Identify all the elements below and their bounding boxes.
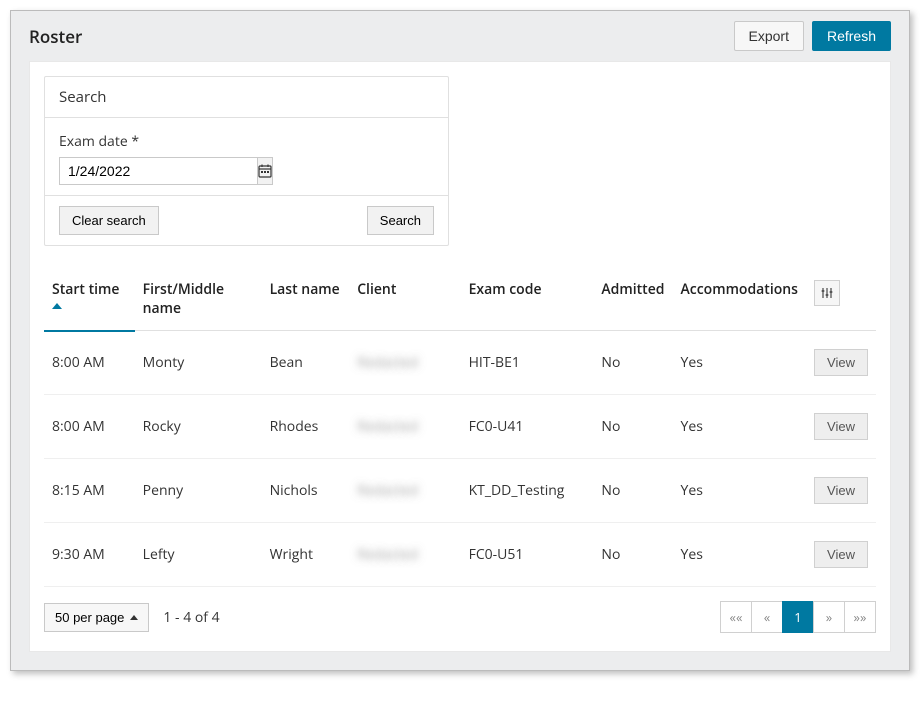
search-panel-body: Exam date * — [45, 118, 448, 196]
view-button[interactable]: View — [814, 413, 868, 440]
sort-asc-icon — [52, 303, 62, 309]
col-actions — [806, 270, 876, 331]
cell-actions: View — [806, 523, 876, 587]
cell-start-time: 9:30 AM — [44, 523, 135, 587]
header-actions: Export Refresh — [734, 21, 892, 51]
exam-date-label: Exam date * — [59, 132, 434, 151]
clear-search-button[interactable]: Clear search — [59, 206, 159, 235]
search-button[interactable]: Search — [367, 206, 434, 235]
cell-accommodations: Yes — [673, 523, 807, 587]
cell-exam-code: HIT-BE1 — [461, 331, 594, 395]
table-header-row: Start time First/Middle name Last name C… — [44, 270, 876, 331]
cell-start-time: 8:15 AM — [44, 459, 135, 523]
calendar-icon — [258, 164, 272, 178]
cell-first-middle: Rocky — [135, 395, 262, 459]
column-settings-button[interactable] — [814, 280, 840, 306]
page-next-button[interactable]: » — [813, 601, 845, 633]
col-start-time-label: Start time — [52, 280, 119, 299]
cell-admitted: No — [593, 459, 672, 523]
cell-client: Redacted — [349, 395, 460, 459]
cell-first-middle: Monty — [135, 331, 262, 395]
col-accommodations[interactable]: Accommodations — [673, 270, 807, 331]
page-size-label: 50 per page — [55, 610, 124, 625]
caret-up-icon — [130, 615, 138, 620]
cell-client: Redacted — [349, 459, 460, 523]
cell-client: Redacted — [349, 331, 460, 395]
cell-client: Redacted — [349, 523, 460, 587]
cell-actions: View — [806, 395, 876, 459]
col-last-name[interactable]: Last name — [262, 270, 350, 331]
col-client[interactable]: Client — [349, 270, 460, 331]
app-window: Roster Export Refresh Search Exam date * — [10, 10, 910, 671]
page-title: Roster — [29, 25, 82, 48]
col-admitted[interactable]: Admitted — [593, 270, 672, 331]
cell-first-middle: Lefty — [135, 523, 262, 587]
calendar-button[interactable] — [257, 157, 273, 185]
page-first-button[interactable]: «« — [720, 601, 752, 633]
table-footer: 50 per page 1 - 4 of 4 «« « 1 » »» — [44, 601, 876, 633]
cell-actions: View — [806, 459, 876, 523]
table-row: 8:00 AMRockyRhodes Redacted FC0-U41NoYes Vi… — [44, 395, 876, 459]
refresh-button[interactable]: Refresh — [812, 21, 891, 51]
search-panel-footer: Clear search Search — [45, 196, 448, 245]
cell-start-time: 8:00 AM — [44, 395, 135, 459]
cell-accommodations: Yes — [673, 459, 807, 523]
cell-actions: View — [806, 331, 876, 395]
content-card: Search Exam date * — [29, 61, 891, 652]
table-row: 9:30 AMLeftyWright Redacted FC0-U51NoYes Vi… — [44, 523, 876, 587]
cell-last-name: Bean — [262, 331, 350, 395]
exam-date-input-group — [59, 157, 234, 185]
table-row: 8:15 AMPennyNichols Redacted KT_DD_Testing… — [44, 459, 876, 523]
sliders-icon — [821, 287, 833, 299]
cell-exam-code: FC0-U41 — [461, 395, 594, 459]
cell-admitted: No — [593, 395, 672, 459]
cell-accommodations: Yes — [673, 331, 807, 395]
blurred-client: Redacted — [357, 353, 418, 372]
cell-exam-code: FC0-U51 — [461, 523, 594, 587]
col-start-time[interactable]: Start time — [44, 270, 135, 331]
cell-admitted: No — [593, 523, 672, 587]
cell-start-time: 8:00 AM — [44, 331, 135, 395]
col-first-middle[interactable]: First/Middle name — [135, 270, 262, 331]
view-button[interactable]: View — [814, 349, 868, 376]
blurred-client: Redacted — [357, 481, 418, 500]
blurred-client: Redacted — [357, 545, 418, 564]
cell-admitted: No — [593, 331, 672, 395]
cell-last-name: Wright — [262, 523, 350, 587]
cell-accommodations: Yes — [673, 395, 807, 459]
view-button[interactable]: View — [814, 541, 868, 568]
cell-last-name: Rhodes — [262, 395, 350, 459]
footer-left: 50 per page 1 - 4 of 4 — [44, 603, 220, 632]
view-button[interactable]: View — [814, 477, 868, 504]
page-1-button[interactable]: 1 — [782, 601, 814, 633]
blurred-client: Redacted — [357, 417, 418, 436]
cell-last-name: Nichols — [262, 459, 350, 523]
search-panel: Search Exam date * — [44, 76, 449, 246]
search-panel-title: Search — [45, 77, 448, 118]
page-last-button[interactable]: »» — [844, 601, 876, 633]
range-text: 1 - 4 of 4 — [163, 608, 219, 627]
col-exam-code[interactable]: Exam code — [461, 270, 594, 331]
cell-first-middle: Penny — [135, 459, 262, 523]
cell-exam-code: KT_DD_Testing — [461, 459, 594, 523]
export-button[interactable]: Export — [734, 21, 804, 51]
table-row: 8:00 AMMontyBean Redacted HIT-BE1NoYes View — [44, 331, 876, 395]
page-header: Roster Export Refresh — [11, 11, 909, 61]
page-size-dropdown[interactable]: 50 per page — [44, 603, 149, 632]
roster-table: Start time First/Middle name Last name C… — [44, 270, 876, 587]
exam-date-input[interactable] — [59, 157, 257, 185]
page-prev-button[interactable]: « — [751, 601, 783, 633]
pagination: «« « 1 » »» — [721, 601, 876, 633]
